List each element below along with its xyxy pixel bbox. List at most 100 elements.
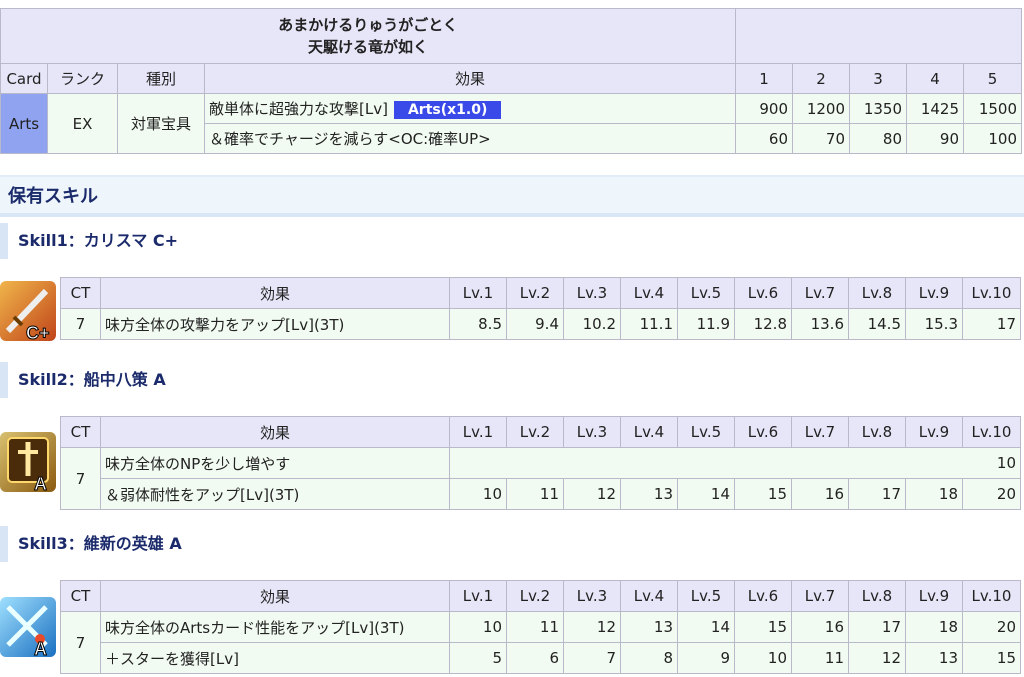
skill-value: 11 bbox=[791, 642, 849, 674]
skill-value: 12 bbox=[848, 642, 906, 674]
skill2-table: CT 効果 Lv.1 Lv.2 Lv.3 Lv.4 Lv.5 Lv.6 Lv.7… bbox=[60, 416, 1021, 510]
skill-value: 13 bbox=[905, 642, 963, 674]
skill-value: 16 bbox=[791, 611, 849, 643]
skill-header-lv: Lv.4 bbox=[620, 277, 678, 309]
np-header-lv3: 3 bbox=[849, 63, 907, 94]
skill-value: 9.4 bbox=[506, 308, 564, 340]
skill-value: 10 bbox=[449, 611, 507, 643]
skill-value: 13.6 bbox=[791, 308, 849, 340]
skill1-title: Skill1：カリスマ C+ bbox=[0, 223, 1024, 259]
skill-value: 18 bbox=[905, 611, 963, 643]
skill-header-ct: CT bbox=[60, 277, 101, 309]
skill1-ct: 7 bbox=[60, 308, 101, 340]
skill-header-lv: Lv.7 bbox=[791, 580, 849, 612]
np-effect-1-text: 敵単体に超強力な攻撃[Lv] bbox=[209, 100, 388, 118]
np-rank: EX bbox=[47, 93, 118, 154]
skill-value: 10 bbox=[449, 478, 507, 510]
skill-value: 11 bbox=[506, 611, 564, 643]
skill-value: 17 bbox=[848, 478, 906, 510]
np-effect-2: ＆確率でチャージを減らす<OC:確率UP> bbox=[204, 123, 736, 154]
np-title: あまかけるりゅうがごとく 天駆ける竜が如く bbox=[0, 8, 736, 64]
skill-header-lv: Lv.5 bbox=[677, 580, 735, 612]
skill-value: 15.3 bbox=[905, 308, 963, 340]
skill3-title: Skill3：維新の英雄 A bbox=[0, 526, 1024, 562]
skill-header-lv: Lv.5 bbox=[677, 277, 735, 309]
skill-header-lv: Lv.2 bbox=[506, 580, 564, 612]
skill-value: 10 bbox=[734, 642, 792, 674]
skill-header-lv: Lv.6 bbox=[734, 580, 792, 612]
np-header-lv1: 1 bbox=[735, 63, 793, 94]
skill-value: 14.5 bbox=[848, 308, 906, 340]
skill-header-effect: 効果 bbox=[100, 277, 450, 309]
skill3-rank-label: A bbox=[34, 639, 47, 657]
np-card: Arts bbox=[0, 93, 48, 154]
skill-value: 12 bbox=[563, 478, 621, 510]
skill1-table: CT 効果 Lv.1 Lv.2 Lv.3 Lv.4 Lv.5 Lv.6 Lv.7… bbox=[60, 277, 1021, 340]
np-header-lv4: 4 bbox=[906, 63, 964, 94]
skill-value: 12 bbox=[563, 611, 621, 643]
skill3-ct: 7 bbox=[60, 611, 101, 674]
skill-header-lv: Lv.1 bbox=[449, 416, 507, 448]
np-header-card: Card bbox=[0, 63, 48, 94]
skill-value: 15 bbox=[734, 611, 792, 643]
skill3-effect-1: 味方全体のArtsカード性能をアップ[Lv](3T) bbox=[100, 611, 450, 643]
skill-header-lv: Lv.5 bbox=[677, 416, 735, 448]
skill-header-lv: Lv.6 bbox=[734, 277, 792, 309]
skill-header-lv: Lv.2 bbox=[506, 416, 564, 448]
skill-header-lv: Lv.8 bbox=[848, 580, 906, 612]
skill-value: 14 bbox=[677, 478, 735, 510]
sword-emblem-skill-icon: A bbox=[0, 432, 56, 492]
np-value: 90 bbox=[906, 123, 964, 154]
skill2-effect-1: 味方全体のNPを少し増やす bbox=[100, 447, 450, 479]
np-header-lv2: 2 bbox=[792, 63, 850, 94]
skill-header-lv: Lv.4 bbox=[620, 580, 678, 612]
skill-header-lv: Lv.4 bbox=[620, 416, 678, 448]
skill-value: 16 bbox=[791, 478, 849, 510]
skill-value: 20 bbox=[962, 478, 1021, 510]
np-value: 1200 bbox=[792, 93, 850, 124]
skill-value: 13 bbox=[620, 478, 678, 510]
skill-value: 10.2 bbox=[563, 308, 621, 340]
skill-header-lv: Lv.3 bbox=[563, 580, 621, 612]
np-title-name: 天駆ける竜が如く bbox=[307, 38, 428, 56]
skill-value: 12.8 bbox=[734, 308, 792, 340]
skill-value: 15 bbox=[734, 478, 792, 510]
skill-header-lv: Lv.3 bbox=[563, 277, 621, 309]
skill-header-effect: 効果 bbox=[100, 580, 450, 612]
np-effect-1: 敵単体に超強力な攻撃[Lv] Arts(x1.0) bbox=[204, 93, 736, 124]
skill2-ct: 7 bbox=[60, 447, 101, 510]
np-title-ruby: あまかけるりゅうがごとく bbox=[278, 16, 458, 34]
np-value: 1500 bbox=[962, 93, 1023, 124]
sword-skill-icon: C+ bbox=[0, 281, 56, 341]
skill3-table: CT 効果 Lv.1 Lv.2 Lv.3 Lv.4 Lv.5 Lv.6 Lv.7… bbox=[60, 580, 1021, 674]
skill-header-lv: Lv.9 bbox=[905, 416, 963, 448]
skill-header-lv: Lv.8 bbox=[848, 416, 906, 448]
np-type: 対軍宝具 bbox=[117, 93, 205, 154]
skill2-effect-2: ＆弱体耐性をアップ[Lv](3T) bbox=[100, 478, 450, 510]
skill-header-lv: Lv.9 bbox=[905, 277, 963, 309]
skill-value: 7 bbox=[563, 642, 621, 674]
skill-value: 6 bbox=[506, 642, 564, 674]
np-header-effect: 効果 bbox=[204, 63, 736, 94]
skill-value: 11.1 bbox=[620, 308, 678, 340]
skill-header-lv: Lv.7 bbox=[791, 277, 849, 309]
skill1-rank-label: C+ bbox=[26, 323, 50, 341]
skill-header-lv: Lv.3 bbox=[563, 416, 621, 448]
skill-value: 11.9 bbox=[677, 308, 735, 340]
skill1-effect-1: 味方全体の攻撃力をアップ[Lv](3T) bbox=[100, 308, 450, 340]
skill-value: 11 bbox=[506, 478, 564, 510]
skill-header-lv: Lv.10 bbox=[962, 277, 1021, 309]
section-title-skills: 保有スキル bbox=[0, 175, 1024, 217]
skill-value: 17 bbox=[848, 611, 906, 643]
skill-value: 9 bbox=[677, 642, 735, 674]
skill-header-lv: Lv.1 bbox=[449, 580, 507, 612]
skill-header-lv: Lv.2 bbox=[506, 277, 564, 309]
skill-header-lv: Lv.8 bbox=[848, 277, 906, 309]
skill-header-effect: 効果 bbox=[100, 416, 450, 448]
skill3-effect-2: ＋スターを獲得[Lv] bbox=[100, 642, 450, 674]
skill-value: 14 bbox=[677, 611, 735, 643]
skill2-rank-label: A bbox=[34, 474, 47, 492]
skill-header-lv: Lv.6 bbox=[734, 416, 792, 448]
crossed-swords-skill-icon: A bbox=[0, 597, 56, 657]
arts-badge: Arts(x1.0) bbox=[393, 101, 502, 119]
